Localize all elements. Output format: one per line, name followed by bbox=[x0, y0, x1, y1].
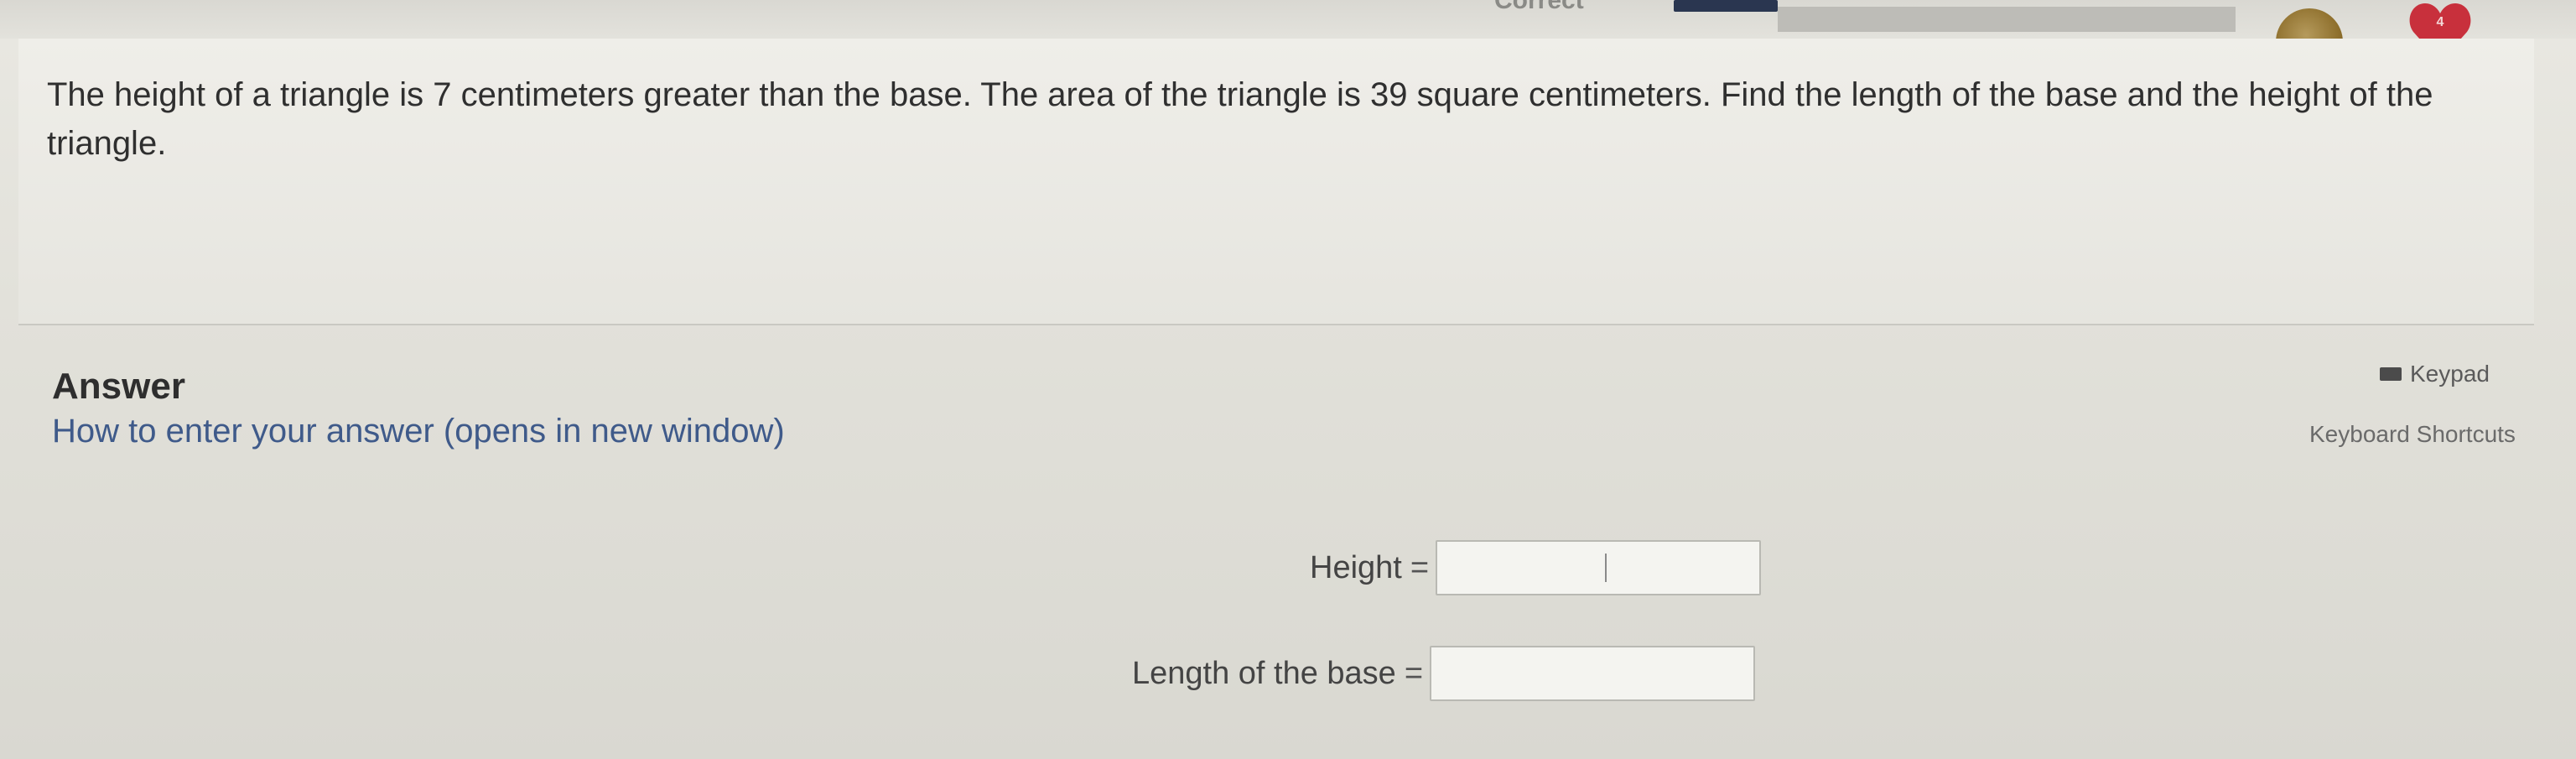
top-bar: Correct 4 bbox=[0, 0, 2576, 75]
answer-heading: Answer bbox=[52, 366, 185, 407]
base-row: Length of the base = bbox=[1132, 646, 1756, 701]
height-equals: = bbox=[1410, 549, 1430, 585]
keypad-button[interactable]: Keypad bbox=[2380, 361, 2490, 387]
base-label: Length of the base bbox=[1132, 655, 1396, 691]
height-row: Height = bbox=[1310, 540, 1762, 595]
keypad-icon bbox=[2380, 367, 2402, 381]
height-label: Height bbox=[1310, 549, 1402, 585]
progress-track bbox=[1778, 7, 2236, 32]
keypad-label: Keypad bbox=[2410, 361, 2490, 387]
question-text: The height of a triangle is 7 centimeter… bbox=[47, 76, 2433, 162]
progress-fill bbox=[1674, 0, 1778, 12]
keyboard-shortcuts-link[interactable]: Keyboard Shortcuts bbox=[2309, 421, 2516, 448]
base-input[interactable] bbox=[1430, 646, 1756, 701]
how-to-enter-answer-link[interactable]: How to enter your answer (opens in new w… bbox=[52, 413, 785, 450]
status-label: Correct bbox=[1494, 0, 1584, 14]
base-equals: = bbox=[1404, 655, 1424, 691]
text-cursor bbox=[1605, 554, 1607, 582]
height-input[interactable] bbox=[1436, 540, 1762, 595]
heart-count: 4 bbox=[2436, 15, 2444, 29]
